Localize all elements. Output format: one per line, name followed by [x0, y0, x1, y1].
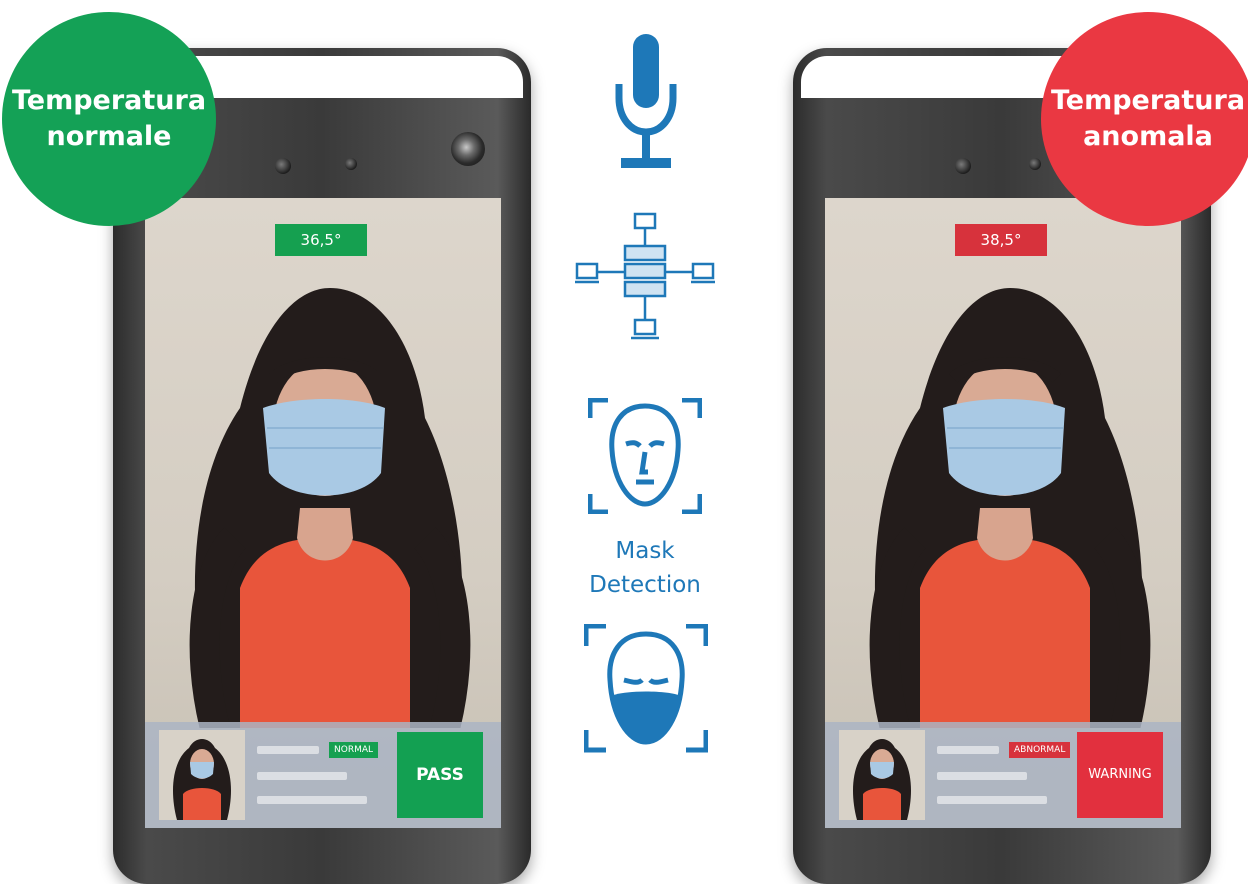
- person-thumbnail: [159, 730, 245, 820]
- badge-normal-temperature: Temperatura normale: [2, 12, 216, 226]
- recognition-info-bar: ABNORMAL WARNING: [825, 722, 1181, 828]
- person-photo: [145, 268, 501, 732]
- recognition-info-bar: NORMAL PASS: [145, 722, 501, 828]
- temperature-reading: 36,5°: [275, 224, 367, 256]
- info-text-line: [257, 746, 319, 754]
- info-text-line: [257, 796, 367, 804]
- temperature-reading: 38,5°: [955, 224, 1047, 256]
- mask-detection-label-line2: Detection: [589, 572, 701, 598]
- info-text-line: [937, 746, 999, 754]
- feature-icons-column: Mask Detection: [570, 30, 720, 770]
- status-pill: ABNORMAL: [1009, 742, 1071, 758]
- device-screen: 36,5° NORMAL PASS: [145, 198, 501, 828]
- person-photo: [825, 268, 1181, 732]
- face-scan-icon: [588, 398, 702, 514]
- badge-line: anomala: [1083, 121, 1213, 152]
- badge-line: normale: [46, 121, 172, 152]
- device-screen: 38,5° ABNORMAL WARNING: [825, 198, 1181, 828]
- status-pill: NORMAL: [329, 742, 379, 758]
- network-server-icon: [575, 212, 715, 340]
- result-box: PASS: [397, 732, 483, 818]
- sensor-icon: [345, 158, 357, 170]
- camera-lens-icon: [451, 132, 485, 166]
- masked-face-scan-icon: [584, 624, 708, 753]
- badge-abnormal-temperature: Temperatura anomala: [1041, 12, 1248, 226]
- sensor-icon: [275, 158, 291, 174]
- info-text-line: [937, 772, 1027, 780]
- person-thumbnail: [839, 730, 925, 820]
- sensor-icon: [1029, 158, 1041, 170]
- sensor-icon: [955, 158, 971, 174]
- badge-line: Temperatura: [11, 85, 207, 116]
- badge-line: Temperatura: [1050, 85, 1246, 116]
- result-box: WARNING: [1077, 732, 1163, 818]
- mask-detection-label-line1: Mask: [615, 538, 675, 564]
- info-text-line: [937, 796, 1047, 804]
- info-text-line: [257, 772, 347, 780]
- microphone-icon: [615, 34, 677, 168]
